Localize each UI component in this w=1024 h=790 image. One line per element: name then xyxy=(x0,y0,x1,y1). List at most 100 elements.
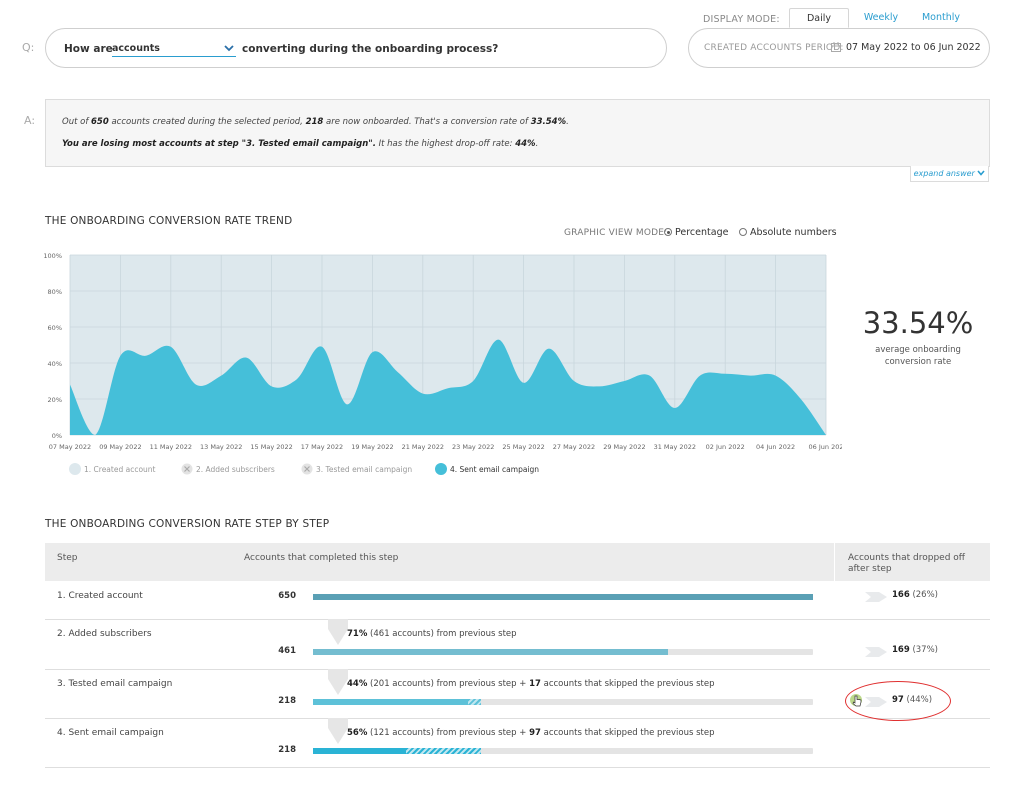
question-prefix: How are xyxy=(64,43,113,55)
entity-select[interactable]: accounts xyxy=(112,40,236,57)
legend-label: 3. Tested email campaign xyxy=(316,465,413,474)
radio-dot xyxy=(664,228,672,236)
x-tick-label: 06 Jun 202 xyxy=(809,443,842,451)
legend-disabled-icon xyxy=(301,463,313,475)
x-tick-label: 09 May 2022 xyxy=(99,443,141,451)
drop-arrow-icon xyxy=(865,644,887,658)
y-tick-label: 20% xyxy=(48,396,62,404)
legend-swatch xyxy=(435,463,447,475)
steps-table-header: Step Accounts that completed this step A… xyxy=(45,543,990,581)
tab-weekly[interactable]: Weekly xyxy=(851,8,911,28)
period-value: 07 May 2022 to 06 Jun 2022 xyxy=(846,42,981,53)
x-tick-label: 02 Jun 2022 xyxy=(706,443,745,451)
trend-title: THE ONBOARDING CONVERSION RATE TREND xyxy=(45,215,293,227)
transition-text: 56% (121 accounts) from previous step + … xyxy=(347,728,715,738)
x-tick-label: 23 May 2022 xyxy=(452,443,494,451)
radio-absolute[interactable]: Absolute numbers xyxy=(739,227,837,238)
progress-bar-skipped xyxy=(467,699,481,705)
y-tick-label: 80% xyxy=(48,288,62,296)
radio-percentage-label: Percentage xyxy=(675,227,729,238)
hand-cursor-icon xyxy=(850,693,864,709)
y-tick-label: 60% xyxy=(48,324,62,332)
legend-sent-email-campaign[interactable]: 4. Sent email campaign xyxy=(435,463,539,475)
answer-marker: A: xyxy=(24,114,36,127)
legend-tested-email-campaign[interactable]: 3. Tested email campaign xyxy=(301,463,412,475)
x-tick-label: 25 May 2022 xyxy=(502,443,544,451)
dropped-value: 166 (26%) xyxy=(892,590,938,600)
progress-bar-fill xyxy=(313,699,468,705)
table-row: 1. Created account 650 166 (26%) xyxy=(45,581,990,619)
question-marker: Q: xyxy=(22,41,35,54)
table-row: 3. Tested email campaign 218 44% (201 acco… xyxy=(45,669,990,721)
entity-select-value: accounts xyxy=(112,43,160,54)
calendar-icon xyxy=(831,42,841,52)
progress-bar-fill xyxy=(313,594,813,600)
dropped-cell[interactable]: 166 (26%) xyxy=(863,588,973,606)
answer-box: Out of 650 accounts created during the s… xyxy=(45,99,990,167)
x-tick-label: 19 May 2022 xyxy=(351,443,393,451)
view-mode-label: GRAPHIC VIEW MODE: xyxy=(564,228,668,238)
step-name: 2. Added subscribers xyxy=(57,629,152,639)
legend-added-subscribers[interactable]: 2. Added subscribers xyxy=(181,463,275,475)
drop-arrow-icon xyxy=(865,694,887,708)
funnel-arrow-icon xyxy=(328,718,348,744)
question-suffix: converting during the onboarding process… xyxy=(242,43,499,55)
drop-arrow-icon xyxy=(865,589,887,603)
progress-bar xyxy=(313,649,813,655)
progress-bar xyxy=(313,748,813,754)
progress-bar xyxy=(313,594,813,600)
dropped-cell[interactable]: 169 (37%) xyxy=(863,643,973,661)
step-name: 4. Sent email campaign xyxy=(57,728,164,738)
x-tick-label: 11 May 2022 xyxy=(150,443,192,451)
trend-chart: 100% 80% 60% 40% 20% 0% 07 May 2022 09 May 2022… xyxy=(43,252,842,451)
progress-bar-fill xyxy=(313,649,668,655)
table-row: 2. Added subscribers 461 71% (461 accounts… xyxy=(45,619,990,669)
header-dropped: Accounts that dropped off after step xyxy=(848,553,965,574)
step-count: 218 xyxy=(278,745,296,755)
step-name: 1. Created account xyxy=(57,591,143,601)
tab-daily[interactable]: Daily xyxy=(789,8,849,28)
question-box: How are accounts converting during the o… xyxy=(45,28,667,68)
header-completed: Accounts that completed this step xyxy=(244,553,399,563)
radio-dot xyxy=(739,228,747,236)
x-tick-label: 31 May 2022 xyxy=(654,443,696,451)
funnel-arrow-icon xyxy=(328,619,348,645)
radio-percentage[interactable]: Percentage xyxy=(664,227,728,238)
answer-line-1: Out of 650 accounts created during the s… xyxy=(62,117,569,127)
legend-swatch xyxy=(69,463,81,475)
dropped-cell[interactable]: 97 (44%) xyxy=(845,681,973,721)
x-tick-label: 17 May 2022 xyxy=(301,443,343,451)
step-count: 218 xyxy=(278,696,296,706)
period-picker[interactable]: CREATED ACCOUNTS PERIOD: 07 May 2022 to … xyxy=(688,28,990,68)
x-tick-label: 21 May 2022 xyxy=(402,443,444,451)
step-count: 461 xyxy=(278,646,296,656)
legend-disabled-icon xyxy=(181,463,193,475)
table-row: 4. Sent email campaign 218 56% (121 accoun… xyxy=(45,718,990,767)
expand-answer-label: expand answer xyxy=(913,169,975,178)
legend-label: 1. Created account xyxy=(84,465,156,474)
steps-title: THE ONBOARDING CONVERSION RATE STEP BY S… xyxy=(45,518,330,530)
legend-created-account[interactable]: 1. Created account xyxy=(69,463,155,475)
y-tick-label: 40% xyxy=(48,360,62,368)
header-step: Step xyxy=(57,553,78,563)
step-name: 3. Tested email campaign xyxy=(57,679,173,689)
y-tick-label: 100% xyxy=(43,252,62,260)
progress-bar-skipped xyxy=(406,748,481,754)
tab-monthly[interactable]: Monthly xyxy=(911,8,971,28)
legend-label: 4. Sent email campaign xyxy=(450,465,540,474)
header-divider xyxy=(834,543,835,581)
x-tick-label: 27 May 2022 xyxy=(553,443,595,451)
transition-text: 71% (461 accounts) from previous step xyxy=(347,629,517,639)
progress-bar-fill xyxy=(313,748,406,754)
chevron-down-icon xyxy=(224,45,234,52)
x-tick-label: 07 May 2022 xyxy=(49,443,91,451)
radio-absolute-label: Absolute numbers xyxy=(750,227,837,238)
legend-label: 2. Added subscribers xyxy=(196,465,275,474)
expand-answer-button[interactable]: expand answer xyxy=(910,166,989,182)
average-conversion-caption: average onboarding conversion rate xyxy=(875,345,961,367)
transition-text: 44% (201 accounts) from previous step + … xyxy=(347,679,715,689)
x-tick-label: 29 May 2022 xyxy=(603,443,645,451)
row-divider xyxy=(45,767,990,768)
funnel-arrow-icon xyxy=(328,669,348,695)
answer-line-2: You are losing most accounts at step "3.… xyxy=(62,139,539,149)
